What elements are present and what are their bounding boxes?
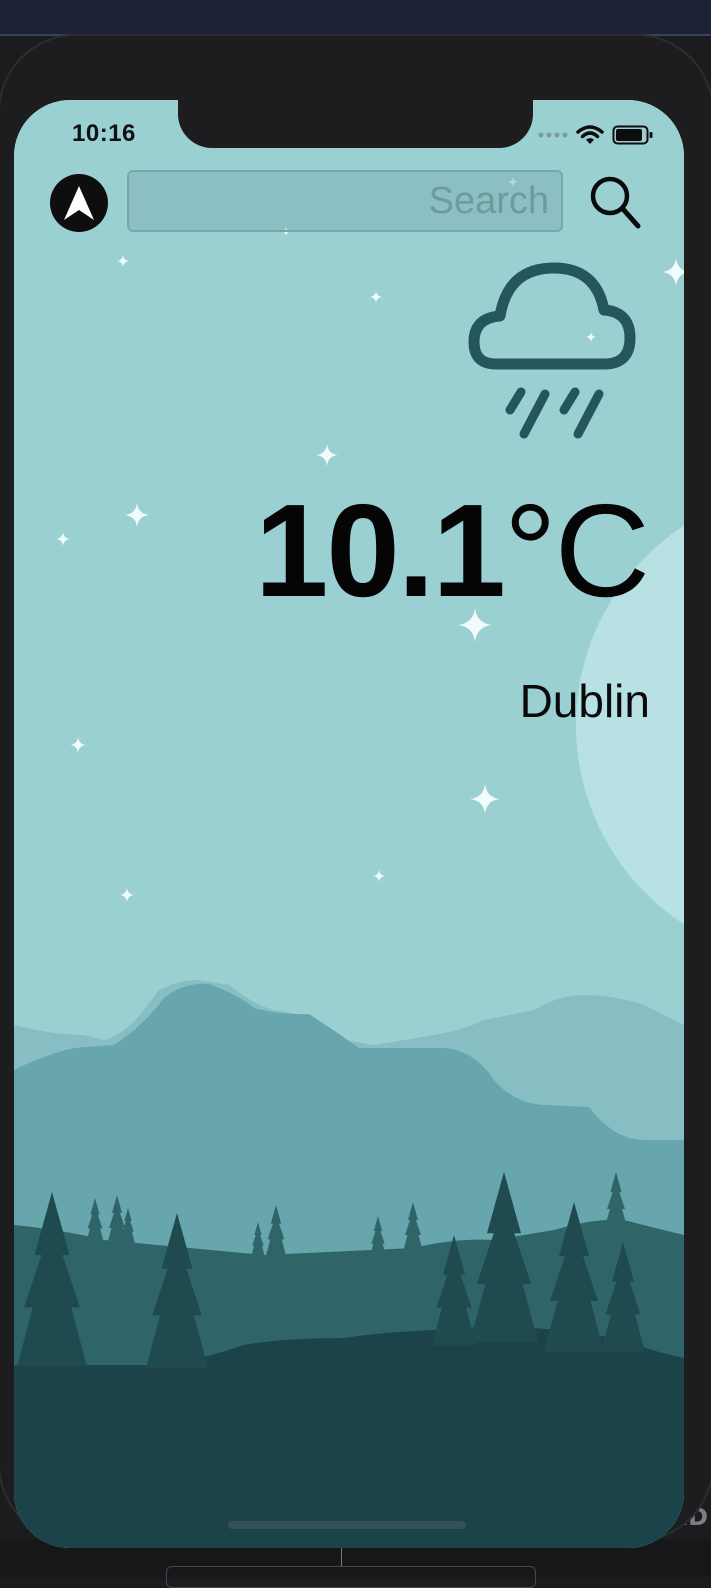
cloud-rain-icon xyxy=(468,262,636,439)
desktop-top-bar xyxy=(0,0,711,34)
desktop-bottom-tab xyxy=(166,1566,536,1588)
wifi-icon xyxy=(576,125,604,144)
search-button[interactable] xyxy=(586,172,646,232)
status-time: 10:16 xyxy=(72,120,136,147)
city-name: Dublin xyxy=(519,675,650,727)
desktop-divider-tick xyxy=(341,1548,342,1566)
home-indicator xyxy=(228,1521,466,1529)
search-input[interactable] xyxy=(127,170,563,232)
phone-frame: 10:16 Search 10.1°C Dublin xyxy=(0,34,711,1548)
signal-dots-icon xyxy=(538,132,568,138)
temperature-display: 10.1°C xyxy=(255,485,650,617)
device-notch xyxy=(178,100,533,148)
temperature-value: 10.1 xyxy=(254,477,506,624)
temperature-unit: °C xyxy=(503,477,650,624)
app-screen: 10:16 Search 10.1°C Dublin xyxy=(14,100,684,1548)
status-indicators xyxy=(538,124,654,146)
location-button[interactable] xyxy=(50,174,108,232)
battery-icon xyxy=(612,125,653,145)
navigation-arrow-icon xyxy=(64,186,94,220)
